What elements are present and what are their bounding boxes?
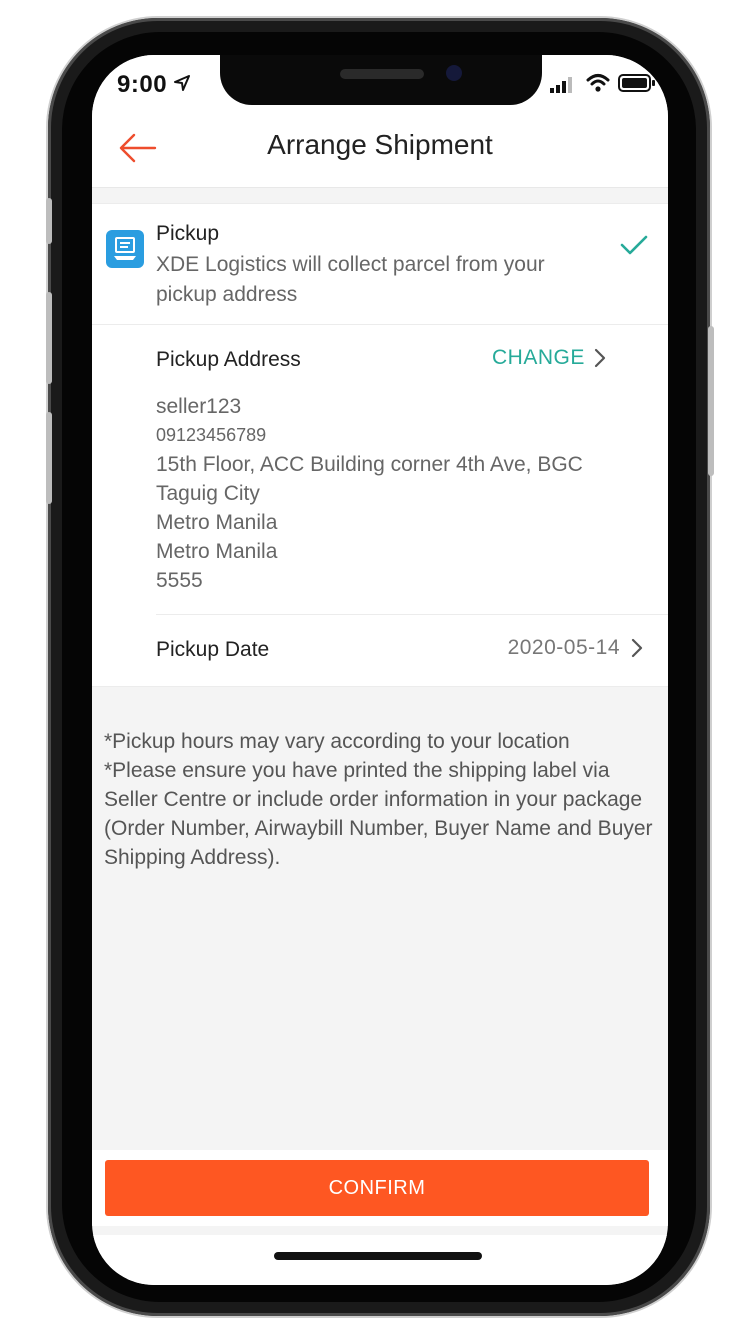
status-time: 9:00 (117, 71, 168, 98)
check-icon (620, 235, 648, 255)
front-camera (446, 65, 462, 81)
app-screen: 9:00 Arrange Shipment Pickup XDE Logisti… (92, 55, 668, 1285)
change-label: CHANGE (492, 346, 585, 369)
power-button (708, 326, 714, 476)
signal-icon (550, 77, 572, 93)
volume-up-button (46, 292, 52, 384)
chevron-right-icon (594, 348, 605, 368)
divider (156, 614, 668, 615)
wifi-icon (586, 74, 610, 92)
pickup-truck-icon (106, 230, 144, 268)
pickup-address-details: seller123 09123456789 15th Floor, ACC Bu… (156, 392, 583, 595)
change-address-button[interactable]: CHANGE (492, 346, 607, 370)
address-phone: 09123456789 (156, 425, 267, 445)
status-bar: 9:00 (92, 55, 668, 111)
address-province: Metro Manila (156, 540, 278, 563)
address-postcode: 5555 (156, 569, 203, 592)
page-title: Arrange Shipment (267, 129, 493, 160)
camera-notch (220, 55, 542, 105)
pickup-date-label: Pickup Date (156, 638, 270, 661)
pickup-option-description: XDE Logistics will collect parcel from y… (156, 253, 545, 306)
pickup-option-title[interactable]: Pickup (156, 222, 219, 246)
pickup-address-label: Pickup Address (156, 348, 301, 371)
address-name: seller123 (156, 395, 242, 418)
pickup-notes: *Pickup hours may vary according to your… (104, 727, 656, 872)
address-city: Taguig City (156, 482, 260, 505)
confirm-button[interactable]: CONFIRM (105, 1160, 649, 1216)
address-street: 15th Floor, ACC Building corner 4th Ave,… (156, 453, 583, 476)
home-indicator[interactable] (274, 1252, 482, 1260)
mute-switch (46, 198, 52, 244)
footer-bar: CONFIRM (92, 1150, 668, 1226)
battery-icon (618, 74, 655, 92)
note-pickup-hours: *Pickup hours may vary according to your… (104, 730, 570, 753)
speaker-grille (340, 69, 424, 79)
location-arrow-icon (174, 75, 190, 91)
pickup-date-selector[interactable]: 2020-05-14 (508, 636, 644, 660)
app-header: Arrange Shipment (92, 111, 668, 188)
note-shipping-label: *Please ensure you have printed the ship… (104, 759, 653, 869)
shipment-card: Pickup XDE Logistics will collect parcel… (92, 203, 668, 687)
volume-down-button (46, 412, 52, 504)
address-region: Metro Manila (156, 511, 278, 534)
chevron-right-icon (631, 638, 643, 658)
pickup-date-value: 2020-05-14 (507, 636, 620, 659)
divider (92, 324, 668, 325)
home-indicator-area (92, 1235, 668, 1285)
